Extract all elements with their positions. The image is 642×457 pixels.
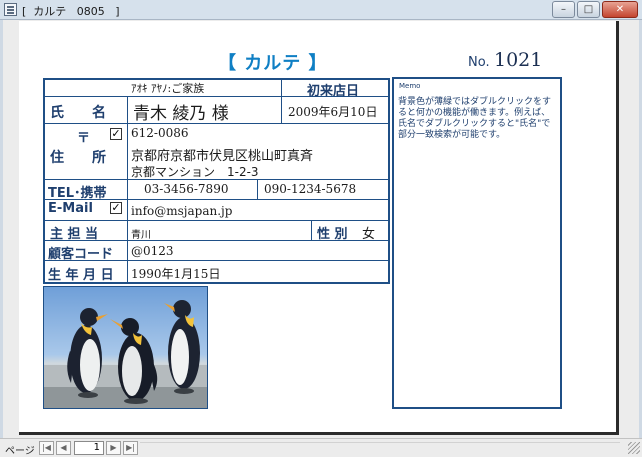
tel-label: TEL･携帯	[48, 186, 107, 201]
gender-value[interactable]: 女	[362, 223, 375, 242]
name-label: 氏 名	[50, 105, 106, 121]
horizontal-scrollbar[interactable]	[140, 442, 620, 454]
staff-value[interactable]: 青川	[131, 226, 151, 241]
window-title: [ カルテ 0805 ]	[22, 5, 120, 18]
memo-box[interactable]: Memo 背景色が薄緑ではダブルクリックをすると何かの機能が働きます。例えば、氏…	[392, 77, 562, 409]
first-page-button[interactable]: |◀	[39, 441, 54, 455]
close-button[interactable]: ✕	[602, 1, 638, 18]
tel-value[interactable]: 03-3456-7890	[144, 182, 228, 196]
record-navigation-bar: ページ |◀ ◀ 1 ▶ ▶|	[0, 438, 642, 457]
window-menu-icon[interactable]	[4, 3, 17, 16]
staff-label: 主 担 当	[50, 227, 99, 242]
customer-photo	[43, 286, 208, 409]
previous-page-button[interactable]: ◀	[56, 441, 71, 455]
table-rule	[44, 220, 389, 221]
memo-text: 背景色が薄緑ではダブルクリックをすると何かの機能が働きます。例えば、氏名でダブル…	[398, 97, 552, 140]
record-number: 1021	[494, 49, 543, 71]
minimize-button[interactable]: –	[552, 1, 575, 18]
first-visit-value: 2009年6月10日	[288, 105, 378, 119]
customer-code-value[interactable]: @0123	[131, 244, 174, 258]
last-page-button[interactable]: ▶|	[123, 441, 138, 455]
gender-label: 性 別	[317, 227, 348, 242]
furigana-value: ｱｵｷ ｱﾔﾉ:ご家族	[131, 82, 205, 95]
address-line2[interactable]: 京都マンション 1-2-3	[131, 163, 259, 180]
record-number-label: No.	[468, 55, 490, 70]
next-page-button[interactable]: ▶	[106, 441, 121, 455]
customer-code-label: 顧客コード	[48, 247, 114, 262]
memo-label: Memo	[399, 82, 421, 90]
email-checkbox[interactable]: ✓	[110, 202, 122, 214]
table-rule	[257, 180, 258, 199]
report-title: 【 カルテ 】	[218, 53, 328, 74]
table-rule	[127, 97, 128, 283]
zip-code-value[interactable]: 612-0086	[131, 126, 189, 140]
address-label: 住 所	[50, 150, 106, 166]
page-number-input[interactable]: 1	[74, 441, 104, 455]
resize-grip-icon[interactable]	[628, 442, 640, 454]
name-value[interactable]: 青木 綾乃 様	[133, 99, 229, 124]
page-label: ページ	[5, 446, 35, 457]
table-rule	[311, 221, 312, 240]
postal-mark-label: 〒	[77, 131, 91, 146]
maximize-button[interactable]: □	[577, 1, 600, 18]
window-titlebar: [ カルテ 0805 ] – □ ✕	[0, 0, 642, 20]
email-value[interactable]: info@msjapan.jp	[131, 204, 232, 218]
first-visit-label: 初来店日	[307, 84, 360, 99]
postal-checkbox[interactable]: ✓	[110, 128, 122, 140]
email-label: E-Mail	[48, 201, 93, 216]
birthday-label: 生 年 月 日	[48, 268, 114, 283]
penguins-image	[44, 287, 207, 408]
birthday-value[interactable]: 1990年1月15日	[131, 265, 220, 282]
mobile-value[interactable]: 090-1234-5678	[264, 182, 356, 196]
table-rule	[281, 79, 282, 123]
address-line1[interactable]: 京都府京都市伏見区桃山町真斉	[131, 145, 313, 164]
